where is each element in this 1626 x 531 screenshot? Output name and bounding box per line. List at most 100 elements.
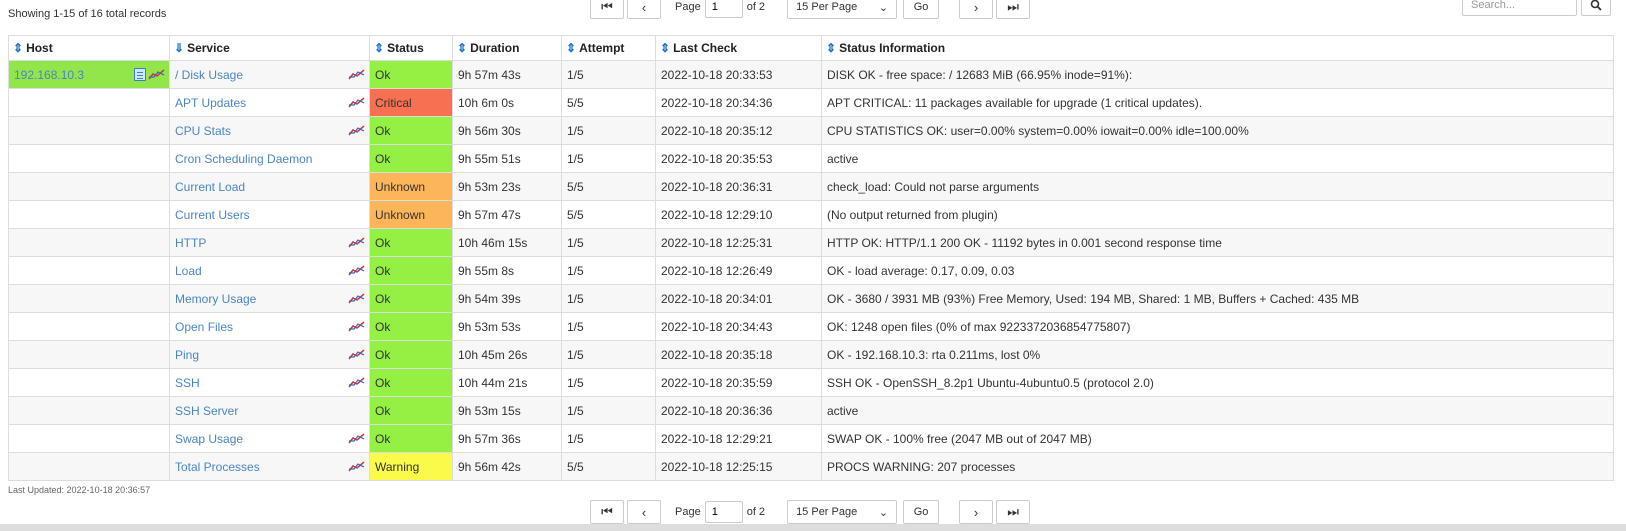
first-page-button[interactable]: ⏮ (590, 500, 624, 524)
host-cell (8, 340, 170, 369)
service-link[interactable]: Cron Scheduling Daemon (175, 152, 312, 166)
host-cell (8, 88, 170, 117)
graph-icon[interactable] (348, 460, 365, 472)
sort-icon: ⇕ (13, 41, 24, 55)
sort-down-icon: ⇓ (174, 41, 185, 55)
per-page-select[interactable]: 15 Per Page ⌄ (787, 500, 898, 524)
graph-icon[interactable] (348, 264, 365, 276)
host-cell (8, 144, 170, 173)
service-link[interactable]: Swap Usage (175, 432, 243, 446)
next-page-button[interactable]: › (959, 0, 994, 19)
last-check-cell: 2022-10-18 12:26:49 (655, 256, 822, 285)
service-link[interactable]: CPU Stats (175, 124, 231, 138)
graph-icon[interactable] (348, 96, 365, 108)
next-page-button[interactable]: › (959, 500, 994, 524)
attempt-cell: 5/5 (561, 172, 656, 201)
host-link[interactable]: 192.168.10.3 (14, 68, 84, 82)
service-link[interactable]: HTTP (175, 236, 206, 250)
col-duration[interactable]: ⇕ Duration (452, 35, 562, 61)
attempt-cell: 1/5 (561, 228, 656, 257)
service-link[interactable]: Memory Usage (175, 292, 256, 306)
attempt-cell: 1/5 (561, 340, 656, 369)
table-row: Current Load Unknown 9h 53m 23s 5/5 2022-10-… (8, 172, 1614, 201)
status-badge: Unknown (369, 200, 453, 229)
graph-icon[interactable] (348, 320, 365, 332)
service-cell: Memory Usage (169, 284, 370, 313)
service-cell: Load (169, 256, 370, 285)
page-input[interactable] (704, 501, 743, 523)
first-page-button[interactable]: ⏮ (590, 0, 624, 19)
graph-icon[interactable] (348, 68, 365, 80)
last-page-button[interactable]: ⏭ (996, 500, 1031, 524)
last-page-button[interactable]: ⏭ (996, 0, 1031, 19)
status-badge: Ok (369, 116, 453, 145)
graph-icon[interactable] (348, 124, 365, 136)
last-check-cell: 2022-10-18 20:35:59 (655, 368, 822, 397)
host-cell: 192.168.10.3 (8, 60, 170, 89)
sort-icon: ⇕ (826, 41, 837, 55)
graph-icon[interactable] (348, 292, 365, 304)
status-badge: Critical (369, 88, 453, 117)
col-status[interactable]: ⇕ Status (369, 35, 453, 61)
service-cell: Swap Usage (169, 424, 370, 453)
scrollbar[interactable] (0, 524, 1626, 531)
service-link[interactable]: Current Load (175, 180, 245, 194)
host-cell (8, 256, 170, 285)
service-link[interactable]: Ping (175, 348, 199, 362)
service-link[interactable]: SSH (175, 376, 200, 390)
page-label: Page (675, 506, 701, 518)
host-cell (8, 172, 170, 201)
col-service[interactable]: ⇓ Service (169, 35, 370, 61)
service-cell: HTTP (169, 228, 370, 257)
chevron-down-icon: ⌄ (878, 1, 889, 14)
go-button[interactable]: Go (903, 0, 940, 19)
status-badge: Ok (369, 144, 453, 173)
host-cell (8, 424, 170, 453)
pager-top: ⏮ ‹ Page of 2 15 Per Page ⌄ Go › ⏭ (590, 0, 1031, 19)
graph-icon[interactable] (148, 68, 165, 80)
service-link[interactable]: Total Processes (175, 460, 260, 474)
pager-bottom: ⏮ ‹ Page of 2 15 Per Page ⌄ Go › ⏭ (590, 500, 1031, 524)
prev-page-button[interactable]: ‹ (627, 500, 661, 524)
service-link[interactable]: APT Updates (175, 96, 246, 110)
graph-icon[interactable] (348, 376, 365, 388)
last-check-cell: 2022-10-18 12:25:15 (655, 452, 822, 481)
search-button[interactable] (1581, 0, 1611, 16)
col-attempt[interactable]: ⇕ Attempt (561, 35, 656, 61)
col-last-check[interactable]: ⇕ Last Check (655, 35, 822, 61)
host-cell (8, 312, 170, 341)
last-check-cell: 2022-10-18 20:36:36 (655, 396, 822, 425)
service-link[interactable]: SSH Server (175, 404, 238, 418)
top-bar: Showing 1-15 of 16 total records ⏮ ‹ Pag… (0, 0, 1626, 34)
service-link[interactable]: Open Files (175, 320, 233, 334)
table-row: CPU Stats Ok 9h 56m 30s 1/5 2022-10-18 20:35… (8, 116, 1614, 145)
table-row: HTTP Ok 10h 46m 15s 1/5 2022-10-18 12:25:31 H… (8, 228, 1614, 257)
duration-cell: 9h 57m 36s (452, 424, 562, 453)
status-badge: Ok (369, 368, 453, 397)
sort-icon: ⇕ (457, 41, 468, 55)
graph-icon[interactable] (348, 432, 365, 444)
page-input[interactable] (704, 0, 743, 18)
per-page-select[interactable]: 15 Per Page ⌄ (787, 0, 898, 19)
graph-icon[interactable] (348, 236, 365, 248)
attempt-cell: 1/5 (561, 256, 656, 285)
last-check-cell: 2022-10-18 20:35:12 (655, 116, 822, 145)
service-link[interactable]: Load (175, 264, 202, 278)
last-updated: Last Updated: 2022-10-18 20:36:57 (8, 485, 151, 495)
search-input[interactable]: Search... (1462, 0, 1577, 16)
table-header: ⇕ Host ⇓ Service ⇕ Status ⇕ Duration ⇕ Attemp… (8, 35, 1614, 61)
service-link[interactable]: Current Users (175, 208, 250, 222)
last-check-cell: 2022-10-18 20:34:43 (655, 312, 822, 341)
col-status-info[interactable]: ⇕ Status Information (821, 35, 1614, 61)
status-badge: Ok (369, 228, 453, 257)
service-link[interactable]: / Disk Usage (175, 68, 243, 82)
table-row: Load Ok 9h 55m 8s 1/5 2022-10-18 12:26:49 OK … (8, 256, 1614, 285)
duration-cell: 9h 53m 23s (452, 172, 562, 201)
graph-icon[interactable] (348, 348, 365, 360)
col-host[interactable]: ⇕ Host (8, 35, 170, 61)
host-notes-icon[interactable] (134, 68, 146, 81)
prev-page-button[interactable]: ‹ (627, 0, 661, 19)
go-button[interactable]: Go (903, 500, 940, 524)
records-count: Showing 1-15 of 16 total records (8, 8, 167, 20)
services-table: ⇕ Host ⇓ Service ⇕ Status ⇕ Duration ⇕ Attemp… (8, 35, 1614, 481)
